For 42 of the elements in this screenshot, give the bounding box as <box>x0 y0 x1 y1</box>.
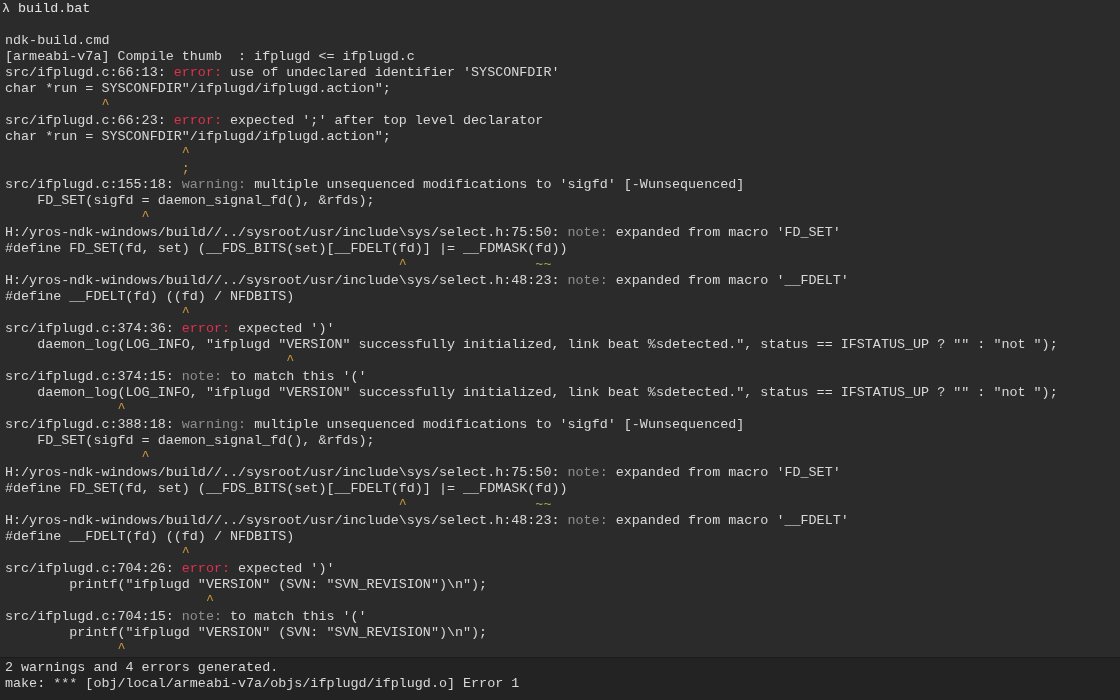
output-line: daemon_log(LOG_INFO, "ifplugd "VERSION" successfully initialized, link beat %sdetected.", status == IFSTATUS_UP ? "" : "not "); <box>36 385 1058 400</box>
caret-marker: ^ <box>180 145 190 160</box>
output-line: src/ifplugd.c:704:15: note: to match this '(' <box>5 609 367 624</box>
output-line: daemon_log(LOG_INFO, "ifplugd "VERSION" successfully initialized, link beat %sdetected.", status == IFSTATUS_UP ? "" : "not "); <box>36 337 1058 352</box>
caret-marker: ^ <box>285 353 295 368</box>
caret-marker: ^ <box>140 209 150 224</box>
output-line: src/ifplugd.c:704:26: error: expected ')' <box>5 561 335 576</box>
output-line: FD_SET(sigfd = daemon_signal_fd(), &rfds); <box>36 193 375 208</box>
output-line: #define __FDELT(fd) ((fd) / NFDBITS) <box>5 289 295 304</box>
output-line: [armeabi-v7a] Compile thumb : ifplugd <= ifplugd.c <box>5 49 415 64</box>
caret-marker: ; <box>180 161 190 176</box>
output-line: #define FD_SET(fd, set) (__FDS_BITS(set)[__FDELT(fd)] |= __FDMASK(fd)) <box>5 241 568 256</box>
output-line: #define __FDELT(fd) ((fd) / NFDBITS) <box>5 529 295 544</box>
output-line: H:/yros-ndk-windows/build//../sysroot/usr/include\sys/select.h:48:23: note: expanded from macro '__FDELT' <box>5 513 849 528</box>
caret-marker: ^ <box>180 545 190 560</box>
caret-marker: ^ <box>100 97 110 112</box>
output-line: FD_SET(sigfd = daemon_signal_fd(), &rfds); <box>36 433 375 448</box>
output-line: src/ifplugd.c:66:23: error: expected ';' after top level declarator <box>5 113 544 128</box>
caret-marker: ^ <box>180 305 190 320</box>
output-line: printf("ifplugd "VERSION" (SVN: "SVN_REVISION")\n"); <box>68 625 488 640</box>
output-line: src/ifplugd.c:374:15: note: to match this '(' <box>5 369 367 384</box>
output-line: char *run = SYSCONFDIR"/ifplugd/ifplugd.action"; <box>5 81 391 96</box>
summary-line: 2 warnings and 4 errors generated. <box>5 660 279 675</box>
caret-marker: ^ <box>140 449 150 464</box>
summary-line: make: *** [obj/local/armeabi-v7a/objs/ifplugd/ifplugd.o] Error 1 <box>5 676 520 691</box>
caret-marker: ^ ~~ <box>397 257 552 272</box>
output-line: #define FD_SET(fd, set) (__FDS_BITS(set)[__FDELT(fd)] |= __FDMASK(fd)) <box>5 481 568 496</box>
output-line: src/ifplugd.c:388:18: warning: multiple unsequenced modifications to 'sigfd' [-Wunsequenced] <box>5 417 745 432</box>
output-line: src/ifplugd.c:155:18: warning: multiple unsequenced modifications to 'sigfd' [-Wunsequenced] <box>5 177 745 192</box>
command-prompt: λ build.bat <box>2 1 91 16</box>
caret-marker: ^ <box>204 593 214 608</box>
caret-marker: ^ ~~ <box>397 497 552 512</box>
output-line: H:/yros-ndk-windows/build//../sysroot/usr/include\sys/select.h:48:23: note: expanded from macro '__FDELT' <box>5 273 849 288</box>
output-line: H:/yros-ndk-windows/build//../sysroot/usr/include\sys/select.h:75:50: note: expanded from macro 'FD_SET' <box>5 225 841 240</box>
caret-marker: ^ <box>116 641 126 656</box>
output-line: ndk-build.cmd <box>5 33 110 48</box>
output-line: src/ifplugd.c:374:36: error: expected ')' <box>5 321 335 336</box>
output-line: printf("ifplugd "VERSION" (SVN: "SVN_REVISION")\n"); <box>68 577 488 592</box>
output-line: char *run = SYSCONFDIR"/ifplugd/ifplugd.action"; <box>5 129 391 144</box>
output-line: H:/yros-ndk-windows/build//../sysroot/usr/include\sys/select.h:75:50: note: expanded from macro 'FD_SET' <box>5 465 841 480</box>
caret-marker: ^ <box>116 401 126 416</box>
output-line: src/ifplugd.c:66:13: error: use of undeclared identifier 'SYSCONFDIR' <box>5 65 560 80</box>
